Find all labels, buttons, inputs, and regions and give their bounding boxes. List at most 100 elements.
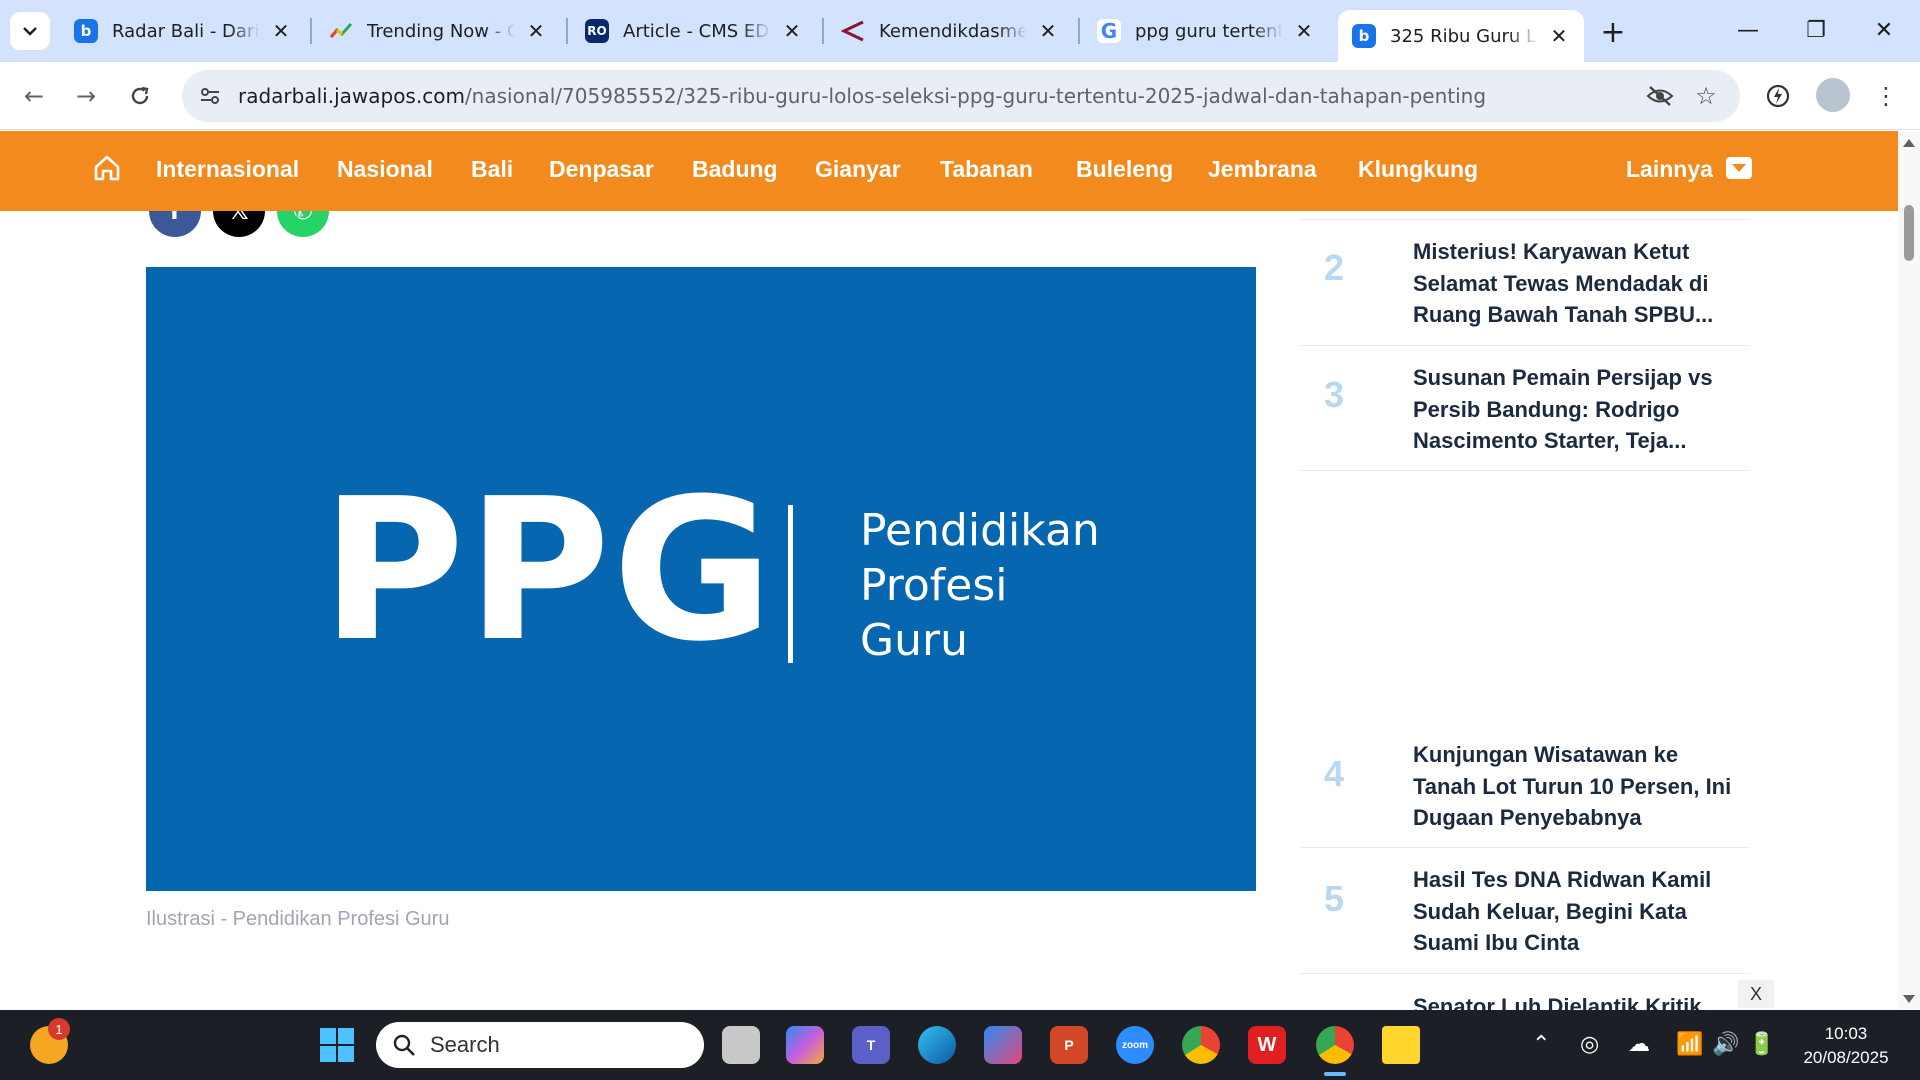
scroll-down-icon[interactable] bbox=[1903, 995, 1915, 1003]
tune-icon bbox=[201, 88, 219, 104]
eye-off-icon[interactable] bbox=[1644, 80, 1676, 112]
close-icon[interactable]: ✕ bbox=[270, 19, 292, 43]
nav-nasional[interactable]: Nasional bbox=[337, 156, 433, 183]
radarbali-icon: b bbox=[74, 19, 98, 43]
url-text: radarbali.jawapos.com/nasional/705985552… bbox=[238, 84, 1486, 108]
windows-start-icon[interactable] bbox=[318, 1026, 356, 1064]
nav-denpasar[interactable]: Denpasar bbox=[549, 156, 654, 183]
restore-button[interactable]: ❐ bbox=[1792, 12, 1840, 48]
nav-jembrana[interactable]: Jembrana bbox=[1208, 156, 1317, 183]
site-info-button[interactable] bbox=[190, 76, 230, 116]
news-title[interactable]: Susunan Pemain Persijap vs Persib Bandun… bbox=[1413, 362, 1743, 457]
list-item[interactable]: 5 Hasil Tes DNA Ridwan Kamil Sudah Kelua… bbox=[1300, 848, 1750, 974]
wifi-icon[interactable]: 📶 bbox=[1676, 1032, 1703, 1057]
rank-number: 5 bbox=[1324, 878, 1345, 919]
list-item[interactable]: 3 Susunan Pemain Persijap vs Persib Band… bbox=[1300, 346, 1750, 471]
taskbar-search[interactable]: Search bbox=[376, 1022, 704, 1068]
tab-search-button[interactable] bbox=[10, 12, 50, 50]
close-icon[interactable]: ✕ bbox=[1293, 19, 1315, 43]
teams-icon[interactable]: T bbox=[852, 1026, 890, 1064]
tab-google-search[interactable]: G ppg guru tertentu ✕ bbox=[1083, 10, 1329, 52]
nav-klungkung[interactable]: Klungkung bbox=[1358, 156, 1478, 183]
sticky-notes-icon[interactable] bbox=[1382, 1026, 1420, 1064]
news-title[interactable]: Misterius! Karyawan Ketut Selamat Tewas … bbox=[1413, 236, 1743, 331]
task-view-icon[interactable] bbox=[722, 1026, 760, 1064]
url-path: /nasional/705985552/325-ribu-guru-lolos-… bbox=[464, 84, 1487, 108]
home-icon[interactable] bbox=[92, 153, 122, 183]
list-item[interactable]: 2 Misterius! Karyawan Ketut Selamat Tewa… bbox=[1300, 219, 1750, 346]
tab-separator bbox=[822, 18, 824, 44]
hero-subtitle: Pendidikan Profesi Guru bbox=[860, 503, 1100, 668]
bookmark-star-icon[interactable]: ☆ bbox=[1690, 80, 1722, 112]
nav-tabanan[interactable]: Tabanan bbox=[940, 156, 1033, 183]
chevron-up-icon[interactable]: ⌃ bbox=[1532, 1032, 1550, 1057]
list-item[interactable]: 4 Kunjungan Wisatawan ke Tanah Lot Turun… bbox=[1300, 723, 1750, 848]
close-icon[interactable]: ✕ bbox=[781, 19, 803, 43]
close-icon[interactable]: ✕ bbox=[1037, 19, 1059, 43]
tab-title: Trending Now - Google Trends bbox=[367, 20, 515, 42]
news-title[interactable]: Hasil Tes DNA Ridwan Kamil Sudah Keluar,… bbox=[1413, 864, 1743, 959]
onedrive-icon[interactable]: ☁ bbox=[1628, 1032, 1650, 1057]
rank-number: 4 bbox=[1324, 753, 1345, 794]
scrollbar-thumb[interactable] bbox=[1904, 205, 1914, 261]
article-hero-image: PPG Pendidikan Profesi Guru bbox=[146, 267, 1256, 891]
chrome-profile-icon[interactable] bbox=[1316, 1026, 1354, 1064]
browser-toolbar: ← → radarbali.jawapos.com/nasional/70598… bbox=[0, 62, 1920, 130]
taskbar-clock[interactable]: 10:03 20/08/2025 bbox=[1796, 1022, 1896, 1070]
battery-icon[interactable]: 🔋 bbox=[1748, 1032, 1775, 1057]
google-icon: G bbox=[1097, 19, 1121, 43]
forward-button[interactable]: → bbox=[68, 78, 104, 114]
tab-kemendikdasmen[interactable]: Kemendikdasmen ✕ bbox=[827, 10, 1073, 52]
zoom-icon[interactable]: zoom bbox=[1116, 1026, 1154, 1064]
url-host: radarbali.jawapos.com bbox=[238, 84, 465, 108]
address-bar[interactable]: radarbali.jawapos.com/nasional/705985552… bbox=[182, 70, 1740, 122]
copilot-icon[interactable] bbox=[786, 1026, 824, 1064]
nav-badung[interactable]: Badung bbox=[692, 156, 778, 183]
m365-icon[interactable] bbox=[984, 1026, 1022, 1064]
taskbar-search-label: Search bbox=[430, 1032, 500, 1057]
tab-title: Kemendikdasmen bbox=[879, 20, 1027, 42]
close-icon[interactable]: ✕ bbox=[525, 19, 547, 43]
page-scrollbar[interactable] bbox=[1898, 131, 1920, 1009]
minimize-button[interactable]: — bbox=[1724, 12, 1772, 48]
avatar[interactable] bbox=[1816, 78, 1850, 112]
image-caption: Ilustrasi - Pendidikan Profesi Guru bbox=[146, 908, 450, 930]
nav-internasional[interactable]: Internasional bbox=[156, 156, 299, 183]
reload-button[interactable] bbox=[122, 78, 158, 114]
powerpoint-icon[interactable]: P bbox=[1050, 1026, 1088, 1064]
new-tab-button[interactable]: + bbox=[1595, 14, 1631, 50]
chrome-icon[interactable] bbox=[1182, 1026, 1220, 1064]
back-button[interactable]: ← bbox=[16, 78, 52, 114]
ad-close-button[interactable]: X bbox=[1738, 980, 1774, 1008]
nav-lainnya[interactable]: Lainnya bbox=[1626, 156, 1713, 183]
sidebar-ad-space bbox=[1300, 471, 1750, 723]
tab-cms[interactable]: RO Article - CMS EDITOR ✕ bbox=[571, 10, 817, 52]
caret-down-icon[interactable] bbox=[1726, 157, 1752, 179]
volume-icon[interactable]: 🔊 bbox=[1712, 1032, 1739, 1057]
wps-office-icon[interactable]: W bbox=[1248, 1026, 1286, 1064]
cms-icon: RO bbox=[585, 19, 609, 43]
clock-time: 10:03 bbox=[1824, 1024, 1868, 1043]
tab-title: Article - CMS EDITOR bbox=[623, 20, 771, 42]
tab-trends[interactable]: Trending Now - Google Trends ✕ bbox=[315, 10, 561, 52]
scroll-up-icon[interactable] bbox=[1903, 139, 1915, 147]
meet-now-icon[interactable]: ◎ bbox=[1580, 1032, 1599, 1057]
tab-separator bbox=[1078, 18, 1080, 44]
close-icon[interactable]: ✕ bbox=[1548, 24, 1570, 48]
hero-sub-line: Guru bbox=[860, 615, 968, 666]
tab-active-article[interactable]: b 325 Ribu Guru Lolos ✕ bbox=[1338, 10, 1584, 62]
extension-icon[interactable] bbox=[1762, 80, 1794, 112]
news-title[interactable]: Kunjungan Wisatawan ke Tanah Lot Turun 1… bbox=[1413, 739, 1743, 834]
close-window-button[interactable]: ✕ bbox=[1860, 12, 1908, 48]
hero-sub-line: Pendidikan bbox=[860, 505, 1100, 556]
nav-bali[interactable]: Bali bbox=[471, 156, 513, 183]
more-menu-icon[interactable]: ⋮ bbox=[1870, 80, 1902, 112]
nav-gianyar[interactable]: Gianyar bbox=[815, 156, 901, 183]
hero-ppg-text: PPG bbox=[321, 457, 776, 685]
hero-divider bbox=[788, 505, 793, 663]
edge-icon[interactable] bbox=[918, 1026, 956, 1064]
tab-radarbali[interactable]: b Radar Bali - Dari Bali ✕ bbox=[60, 10, 306, 52]
list-item[interactable]: Senator Luh Djelantik Kritik bbox=[1300, 974, 1750, 1014]
nav-buleleng[interactable]: Buleleng bbox=[1076, 156, 1173, 183]
hero-sub-line: Profesi bbox=[860, 560, 1008, 611]
